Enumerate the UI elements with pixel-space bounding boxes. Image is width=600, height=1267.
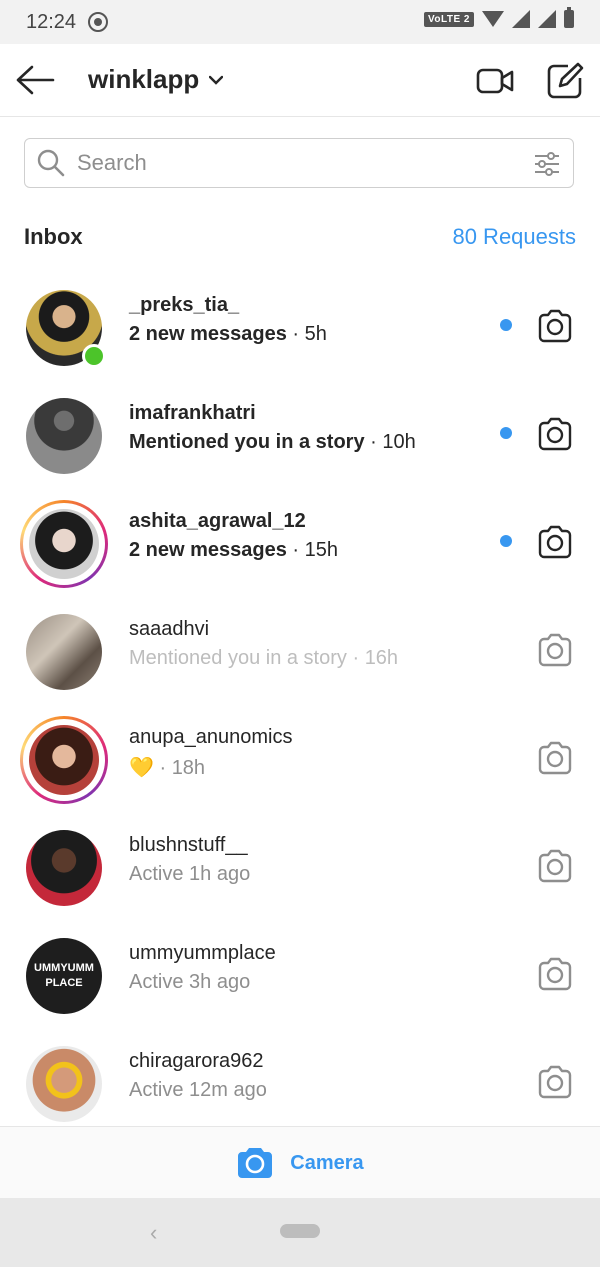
system-nav-bar: ‹	[0, 1198, 600, 1267]
thread-username: imafrankhatri	[129, 402, 256, 424]
thread-row[interactable]: UMMYUMM PLACE ummyummplace Active 3h ago	[0, 920, 600, 1028]
thread-username: blushnstuff__	[129, 834, 248, 856]
camera-icon[interactable]	[536, 307, 574, 345]
status-icons: VoLTE 2	[423, 7, 574, 28]
avatar-logo-text: UMMYUMM PLACE	[34, 962, 94, 989]
avatar	[26, 830, 102, 906]
account-switcher[interactable]: winklapp	[88, 64, 224, 95]
thread-status: Active 1h ago	[129, 863, 251, 885]
camera-icon[interactable]	[536, 523, 574, 561]
avatar	[29, 725, 99, 795]
camera-icon[interactable]	[536, 631, 574, 669]
requests-link[interactable]: 80 Requests	[452, 224, 576, 250]
video-camera-icon[interactable]	[476, 62, 514, 100]
camera-button-label: Camera	[290, 1151, 364, 1174]
thread-username: anupa_anunomics	[129, 726, 293, 748]
back-arrow-icon[interactable]	[16, 64, 56, 96]
thread-row[interactable]: _preks_tia_ 2 new messages · 5h	[0, 272, 600, 380]
wifi-icon	[482, 11, 504, 27]
avatar	[26, 614, 102, 690]
search-bar[interactable]: Search	[24, 138, 574, 188]
filter-icon[interactable]	[533, 150, 561, 178]
thread-username: ummyummplace	[129, 942, 276, 964]
home-pill-icon[interactable]	[280, 1224, 320, 1238]
thread-status: 2 new messages · 15h	[129, 539, 339, 561]
camera-icon[interactable]	[536, 955, 574, 993]
chevron-down-icon	[209, 75, 224, 85]
thread-status: 💛 · 18h	[129, 757, 206, 779]
thread-status: Active 12m ago	[129, 1079, 267, 1101]
compose-icon[interactable]	[546, 62, 584, 100]
signal-icon	[512, 10, 530, 28]
nav-back-icon[interactable]: ‹	[150, 1220, 157, 1246]
camera-bar[interactable]: Camera	[0, 1126, 600, 1199]
signal-icon-2	[538, 10, 556, 28]
battery-icon	[564, 7, 574, 28]
inbox-heading: Inbox	[24, 224, 83, 249]
avatar: UMMYUMM PLACE	[26, 938, 102, 1014]
camera-icon[interactable]	[536, 1063, 574, 1101]
avatar	[29, 509, 99, 579]
thread-row[interactable]: imafrankhatri Mentioned you in a story ·…	[0, 380, 600, 488]
camera-icon[interactable]	[536, 739, 574, 777]
avatar	[26, 398, 102, 474]
app-header: winklapp	[0, 44, 600, 117]
thread-row[interactable]: chiragarora962 Active 12m ago	[0, 1028, 600, 1136]
search-input[interactable]: Search	[77, 150, 147, 176]
status-bar: 12:24 VoLTE 2	[0, 0, 600, 44]
yellow-heart-icon: 💛	[129, 757, 154, 779]
thread-status: Mentioned you in a story · 10h	[129, 431, 416, 453]
camera-icon[interactable]	[536, 415, 574, 453]
thread-username: saaadhvi	[129, 618, 210, 640]
thread-status: Active 3h ago	[129, 971, 251, 993]
unread-dot	[500, 319, 512, 331]
volte-badge: VoLTE 2	[423, 11, 474, 27]
thread-row[interactable]: blushnstuff__ Active 1h ago	[0, 812, 600, 920]
status-time: 12:24	[26, 10, 77, 33]
camera-icon[interactable]	[536, 847, 574, 885]
thread-status: Mentioned you in a story · 16h	[129, 647, 399, 669]
thread-status: 2 new messages · 5h	[129, 323, 327, 345]
thread-row[interactable]: anupa_anunomics 💛 · 18h	[0, 704, 600, 812]
page-title: winklapp	[88, 64, 200, 94]
online-indicator	[82, 344, 106, 368]
unread-dot	[500, 427, 512, 439]
thread-username: ashita_agrawal_12	[129, 510, 306, 532]
avatar	[26, 1046, 102, 1122]
unread-dot	[500, 535, 512, 547]
camera-filled-icon	[238, 1148, 273, 1178]
thread-username: chiragarora962	[129, 1050, 264, 1072]
thread-row[interactable]: saaadhvi Mentioned you in a story · 16h	[0, 596, 600, 704]
search-icon	[37, 149, 65, 177]
thread-username: _preks_tia_	[129, 294, 240, 316]
thread-row[interactable]: ashita_agrawal_12 2 new messages · 15h	[0, 488, 600, 596]
sync-icon	[88, 12, 109, 32]
